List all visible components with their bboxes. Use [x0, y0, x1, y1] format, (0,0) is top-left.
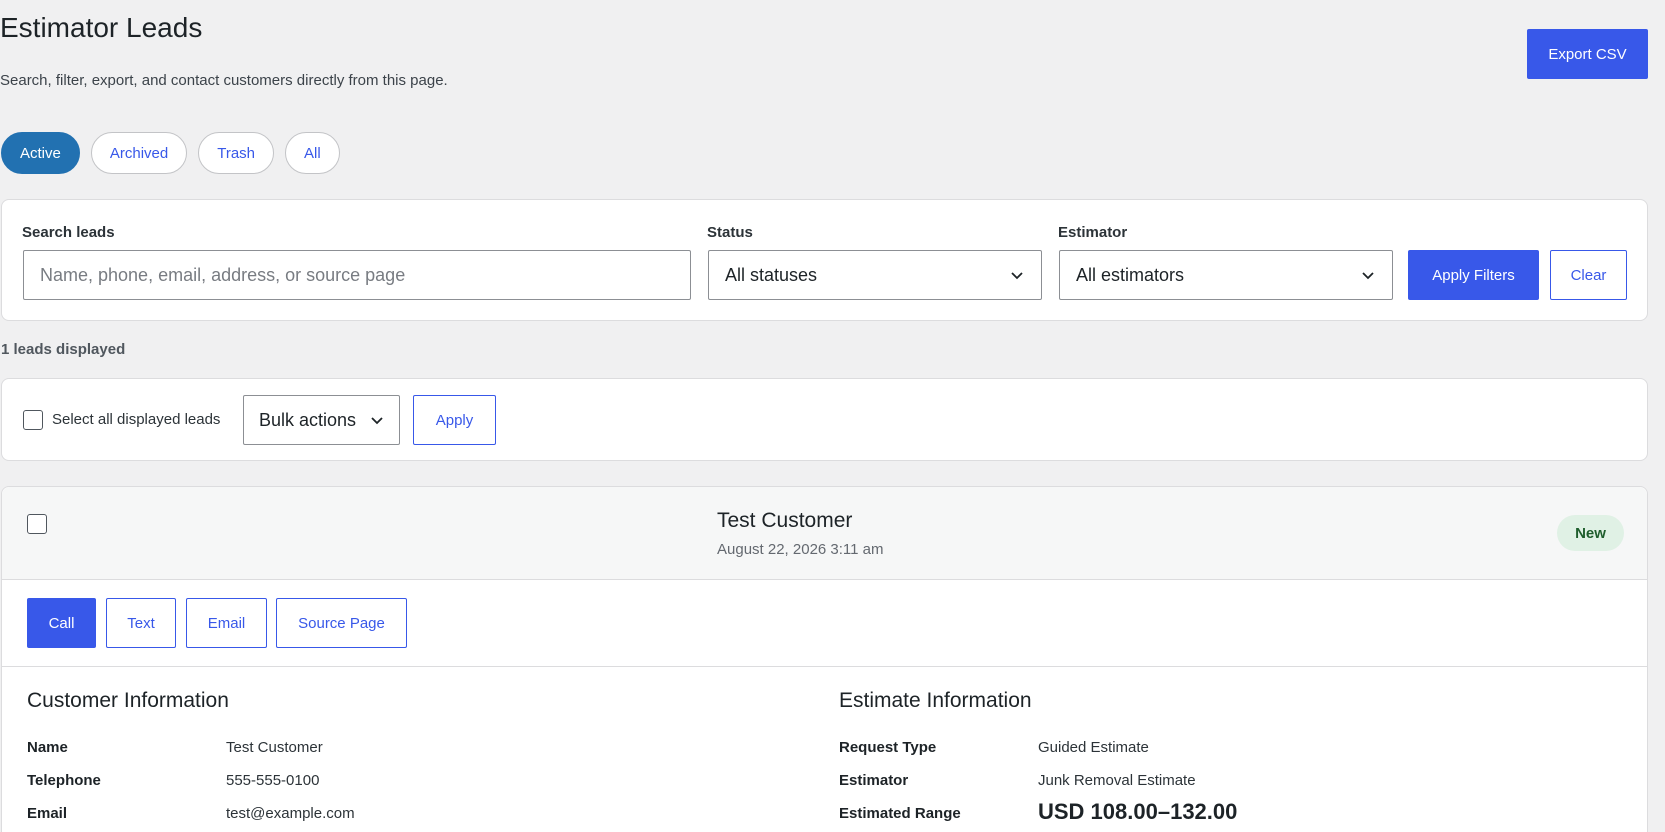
status-select-value: All statuses	[725, 264, 818, 285]
customer-row-value: 555-555-0100	[226, 772, 320, 789]
bulk-actions-value: Bulk actions	[259, 409, 357, 430]
lead-card: Test Customer August 22, 2026 3:11 am Ne…	[1, 486, 1648, 832]
lead-date: August 22, 2026 3:11 am	[717, 541, 884, 558]
tab-trash[interactable]: Trash	[198, 132, 275, 174]
estimate-row-value: Guided Estimate	[1038, 739, 1149, 756]
leads-count: 1 leads displayed	[1, 341, 126, 358]
estimate-row-label: Request Type	[839, 739, 937, 756]
chevron-down-icon	[371, 417, 383, 425]
lead-actions: Call Text Email Source Page	[2, 580, 1647, 752]
lead-name: Test Customer	[717, 509, 853, 532]
estimate-info-title: Estimate Information	[839, 689, 1032, 712]
status-badge: New	[1557, 515, 1624, 551]
call-button[interactable]: Call	[27, 598, 96, 648]
estimator-select-value: All estimators	[1076, 264, 1185, 285]
customer-info-title: Customer Information	[27, 689, 229, 712]
estimated-range-value: USD 108.00–132.00	[1038, 799, 1238, 824]
page-subtitle: Search, filter, export, and contact cust…	[0, 72, 448, 89]
divider	[2, 666, 1647, 667]
bulk-actions-panel: Select all displayed leads Bulk actions …	[1, 378, 1648, 461]
tab-active[interactable]: Active	[1, 132, 80, 174]
customer-row-label: Name	[27, 739, 68, 756]
clear-filters-button[interactable]: Clear	[1550, 250, 1627, 300]
lead-select-checkbox[interactable]	[27, 514, 47, 534]
apply-filters-button[interactable]: Apply Filters	[1408, 250, 1539, 300]
bulk-apply-button[interactable]: Apply	[413, 395, 496, 445]
filters-panel: Search leads Name, phone, email, address…	[1, 199, 1648, 321]
chevron-down-icon	[1011, 272, 1023, 280]
select-all-checkbox[interactable]	[23, 410, 43, 430]
tab-all[interactable]: All	[285, 132, 340, 174]
chevron-down-icon	[1362, 272, 1374, 280]
estimator-select[interactable]: All estimators	[1059, 250, 1393, 300]
text-button[interactable]: Text	[106, 598, 176, 648]
estimate-row-value: Junk Removal Estimate	[1038, 772, 1196, 789]
status-label: Status	[707, 224, 753, 241]
status-tabs: Active Archived Trash All	[1, 132, 340, 174]
estimate-row-label: Estimator	[839, 772, 909, 789]
customer-row-label: Telephone	[27, 772, 101, 789]
lead-card-header: Test Customer August 22, 2026 3:11 am Ne…	[2, 487, 1647, 580]
search-label: Search leads	[22, 224, 115, 241]
estimate-row-label: Estimated Range	[839, 805, 961, 822]
customer-row-value: test@example.com	[226, 805, 355, 822]
page-title: Estimator Leads	[0, 12, 203, 43]
customer-row-value: Test Customer	[226, 739, 323, 756]
bulk-actions-select[interactable]: Bulk actions	[243, 395, 400, 445]
tab-archived[interactable]: Archived	[90, 132, 188, 174]
source-page-button[interactable]: Source Page	[276, 598, 407, 648]
select-all-label: Select all displayed leads	[52, 411, 221, 428]
email-button[interactable]: Email	[186, 598, 267, 648]
search-input[interactable]: Name, phone, email, address, or source p…	[23, 250, 691, 300]
estimator-label: Estimator	[1058, 224, 1128, 241]
customer-row-label: Email	[27, 805, 68, 822]
export-csv-button[interactable]: Export CSV	[1527, 29, 1648, 79]
status-select[interactable]: All statuses	[708, 250, 1042, 300]
